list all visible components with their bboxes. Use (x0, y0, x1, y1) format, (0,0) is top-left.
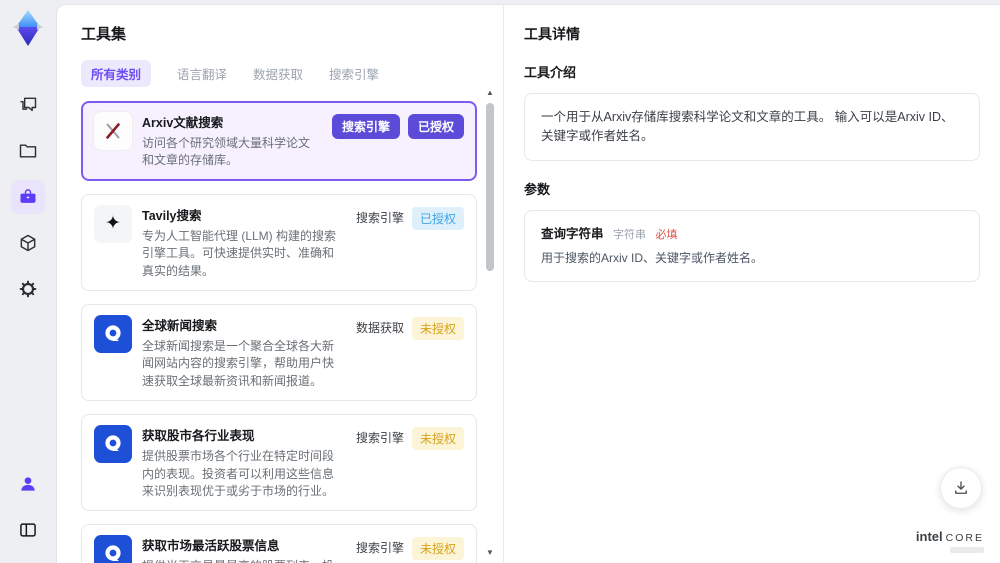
tool-name: 获取股市各行业表现 (142, 429, 255, 444)
scroll-down-arrow[interactable]: ▼ (485, 549, 495, 557)
tool-desc: 专为人工智能代理 (LLM) 构建的搜索引擎工具。可快速提供实时、准确和真实的结… (142, 228, 337, 278)
list-scrollbar[interactable]: ▲ ▼ (485, 89, 495, 557)
chat-icon (20, 97, 37, 112)
tool-card-active-stocks[interactable]: 获取市场最活跃股票信息 提供当天交易量最高的股票列表，投资者可以利用这些信息来识… (81, 524, 477, 563)
intel-logo-sub (950, 547, 984, 553)
category-label: 搜索引擎 (355, 541, 404, 556)
tool-name: 全球新闻搜索 (142, 318, 218, 333)
main-content: 工具集 所有类别 语言翻译 数据获取 搜索引擎 Arxiv文献搜索 访问各个研究… (56, 4, 1000, 563)
param-name: 查询字符串 (541, 226, 604, 241)
category-tabs: 所有类别 语言翻译 数据获取 搜索引擎 (81, 60, 503, 87)
intel-core-logo: intel core (916, 529, 984, 553)
blue-search-q-icon (94, 314, 132, 353)
tool-card-global-news[interactable]: 全球新闻搜索 全球新闻搜索是一个聚合全球各大新闻网站内容的搜索引擎，帮助用户快速… (81, 303, 477, 402)
tool-desc: 访问各个研究领域大量科学论文和文章的存储库。 (142, 136, 311, 168)
sidebar-item-chat[interactable] (11, 88, 45, 122)
intro-heading: 工具介绍 (524, 65, 577, 80)
arxiv-x-icon (94, 112, 132, 150)
core-wordmark: core (945, 532, 984, 544)
param-desc: 用于搜索的Arxiv ID、关键字或作者姓名。 (541, 251, 764, 266)
params-heading: 参数 (524, 181, 551, 197)
cube-icon (20, 234, 36, 252)
tab-translation[interactable]: 语言翻译 (177, 60, 227, 87)
folder-icon (19, 144, 37, 158)
app-logo-crystal-icon (10, 8, 46, 48)
tool-card-tavily[interactable]: ✦ Tavily搜索 专为人工智能代理 (LLM) 构建的搜索引擎工具。可快速提… (81, 193, 477, 291)
download-button[interactable] (940, 467, 982, 509)
auth-badge: 已授权 (411, 206, 464, 230)
tavily-sparkle-icon: ✦ (94, 204, 132, 243)
tool-name: Tavily搜索 (142, 208, 202, 223)
gear-icon (19, 280, 37, 298)
auth-badge: 未授权 (411, 316, 464, 340)
tool-detail-panel: 工具详情 工具介绍 一个用于从Arxiv存储库搜索科学论文和文章的工具。 输入可… (503, 5, 1000, 563)
toolset-panel: 工具集 所有类别 语言翻译 数据获取 搜索引擎 Arxiv文献搜索 访问各个研究… (57, 5, 503, 563)
category-label: 搜索引擎 (355, 210, 404, 225)
blue-search-q-icon (94, 535, 132, 563)
tool-list: Arxiv文献搜索 访问各个研究领域大量科学论文和文章的存储库。 搜索引擎 已授… (69, 99, 503, 563)
category-badge: 搜索引擎 (331, 114, 400, 139)
tab-search-engine[interactable]: 搜索引擎 (329, 60, 379, 87)
detail-title: 工具详情 (524, 26, 580, 42)
blue-search-q-icon (94, 425, 132, 464)
app-sidebar (0, 0, 56, 563)
category-label: 数据获取 (355, 320, 404, 335)
tab-data-fetch[interactable]: 数据获取 (253, 60, 303, 87)
sidebar-item-tools[interactable] (11, 180, 45, 214)
tool-desc: 提供股票市场各个行业在特定时间段内的表现。投资者可以利用这些信息来识别表现优于或… (142, 449, 335, 498)
sidebar-item-models[interactable] (11, 226, 45, 260)
auth-badge: 未授权 (411, 537, 464, 561)
page-title: 工具集 (81, 26, 127, 43)
user-icon (21, 477, 35, 491)
tool-desc: 提供当天交易量最高的股票列表，投资者可以利用这些信息来识别流动性强的股票和潜在的… (142, 558, 346, 563)
sidebar-item-settings[interactable] (11, 272, 45, 306)
param-type: 字符串 (613, 228, 646, 241)
tool-name: 获取市场最活跃股票信息 (142, 539, 280, 554)
param-required-flag: 必填 (655, 228, 678, 241)
param-box: 查询字符串 字符串 必填 用于搜索的Arxiv ID、关键字或作者姓名。 (524, 209, 980, 283)
auth-badge: 已授权 (407, 114, 464, 139)
sidebar-item-collapse[interactable] (11, 513, 45, 547)
briefcase-tools-icon (20, 189, 36, 203)
sidebar-item-user[interactable] (11, 467, 45, 501)
intro-box: 一个用于从Arxiv存储库搜索科学论文和文章的工具。 输入可以是Arxiv ID… (524, 93, 980, 161)
tool-name: Arxiv文献搜索 (142, 116, 224, 130)
auth-badge: 未授权 (411, 427, 464, 451)
scrollbar-thumb[interactable] (486, 103, 494, 271)
collapse-panel-icon (20, 523, 36, 537)
tool-card-arxiv[interactable]: Arxiv文献搜索 访问各个研究领域大量科学论文和文章的存储库。 搜索引擎 已授… (81, 101, 477, 181)
category-label: 搜索引擎 (355, 431, 404, 446)
scroll-up-arrow[interactable]: ▲ (485, 89, 495, 97)
sidebar-item-files[interactable] (11, 134, 45, 168)
download-icon (955, 481, 967, 494)
tab-all-categories[interactable]: 所有类别 (81, 60, 152, 87)
tool-card-stock-sectors[interactable]: 获取股市各行业表现 提供股票市场各个行业在特定时间段内的表现。投资者可以利用这些… (81, 414, 477, 512)
intel-wordmark: intel (915, 529, 943, 544)
tool-desc: 全球新闻搜索是一个聚合全球各大新闻网站内容的搜索引擎，帮助用户快速获取全球最新资… (142, 338, 335, 388)
